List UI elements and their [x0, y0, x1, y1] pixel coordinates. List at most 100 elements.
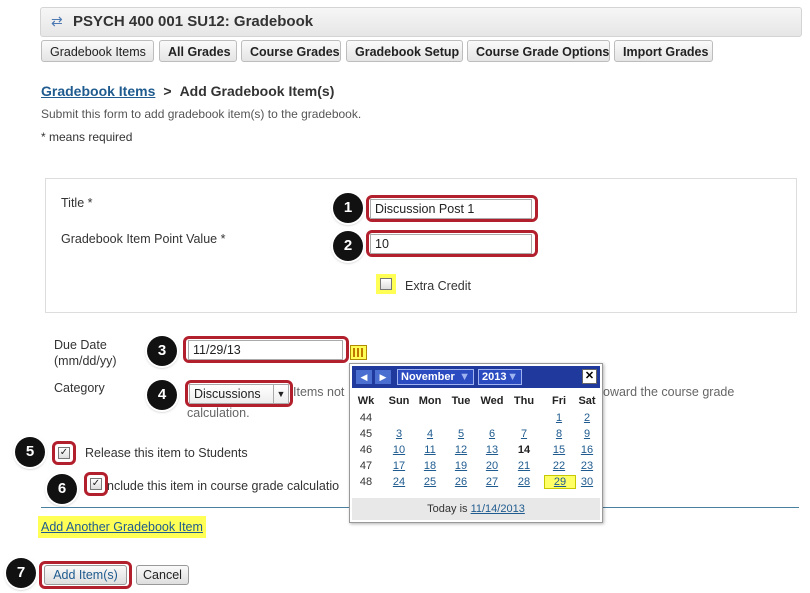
calendar-day[interactable]: 2 [572, 412, 602, 424]
calendar-day[interactable]: 19 [446, 460, 476, 472]
add-another-item-link[interactable]: Add Another Gradebook Item [38, 516, 206, 538]
month-select[interactable]: November ▼ [397, 369, 474, 385]
chevron-down-icon: ▼ [273, 385, 288, 403]
calendar-header-cell: Tue [451, 395, 471, 407]
tab-gradebook-setup[interactable]: Gradebook Setup [346, 40, 463, 62]
step-marker-3: 3 [147, 336, 177, 366]
calendar-icon[interactable] [350, 345, 367, 360]
chevron-down-icon: ▼ [459, 371, 470, 383]
tab-course-grades[interactable]: Course Grades [241, 40, 341, 62]
prev-month-icon[interactable]: ◀ [356, 370, 372, 384]
calendar-day[interactable]: 3 [384, 428, 414, 440]
calendar-day[interactable]: 21 [509, 460, 539, 472]
next-month-icon[interactable]: ▶ [375, 370, 391, 384]
date-picker: ◀ ▶ November ▼ 2013 ▼ ✕ Wk Sun Mon Tue Wed Thu F… [349, 363, 603, 523]
calendar-day[interactable]: 28 [509, 476, 539, 488]
calendar-day[interactable]: 8 [544, 428, 574, 440]
due-date-format: (mm/dd/yy) [54, 354, 117, 368]
calendar-header-cell: Wed [480, 395, 504, 407]
breadcrumb-link-gradebook-items[interactable]: Gradebook Items [41, 83, 155, 99]
tab-all-grades[interactable]: All Grades [159, 40, 237, 62]
calendar-day[interactable]: 11 [415, 444, 445, 456]
tab-gradebook-items[interactable]: Gradebook Items [41, 40, 154, 62]
step-marker-4: 4 [147, 380, 177, 410]
calendar-day[interactable]: 13 [477, 444, 507, 456]
calendar-day[interactable]: 7 [509, 428, 539, 440]
calendar-day[interactable]: 4 [415, 428, 445, 440]
calendar-day[interactable]: 14 [509, 444, 539, 456]
calendar-day[interactable]: 18 [415, 460, 445, 472]
calendar-day[interactable]: 10 [384, 444, 414, 456]
calendar-day[interactable]: 24 [384, 476, 414, 488]
title-label: Title * [61, 196, 93, 210]
year-value: 2013 [482, 371, 507, 383]
step-marker-7: 7 [6, 558, 36, 588]
category-note-left: Items not [293, 385, 345, 399]
category-selected-value: Discussions [194, 387, 261, 401]
category-note-line2: calculation. [187, 406, 250, 420]
step-marker-1: 1 [333, 193, 363, 223]
tab-import-grades[interactable]: Import Grades [614, 40, 713, 62]
extra-credit-checkbox[interactable] [380, 278, 392, 290]
calendar-day[interactable]: 6 [477, 428, 507, 440]
calendar-header-cell: Wk [357, 395, 375, 407]
points-label: Gradebook Item Point Value * [61, 232, 226, 246]
week-number: 45 [359, 428, 373, 440]
calendar-header-cell: Thu [513, 395, 535, 407]
calendar-day[interactable]: 30 [572, 476, 602, 488]
calendar-header-cell: Sun [388, 395, 410, 407]
calendar-day[interactable]: 20 [477, 460, 507, 472]
step-marker-2: 2 [333, 231, 363, 261]
calendar-day[interactable]: 15 [544, 444, 574, 456]
calendar-header-cell: Fri [551, 395, 567, 407]
date-picker-footer: Today is 11/14/2013 [352, 498, 600, 520]
calendar-day[interactable]: 27 [477, 476, 507, 488]
week-number: 47 [359, 460, 373, 472]
month-value: November [401, 371, 455, 383]
calendar-day[interactable]: 25 [415, 476, 445, 488]
points-input[interactable]: 10 [370, 234, 532, 254]
due-date-label: Due Date [54, 338, 107, 352]
tab-course-grade-options[interactable]: Course Grade Options [467, 40, 610, 62]
refresh-icon[interactable]: ⇄ [51, 14, 65, 28]
today-link[interactable]: 11/14/2013 [471, 503, 525, 515]
breadcrumb-current: Add Gradebook Item(s) [179, 83, 335, 99]
calendar-day[interactable]: 1 [544, 412, 574, 424]
year-select[interactable]: 2013 ▼ [478, 369, 522, 385]
step-marker-5: 5 [15, 437, 45, 467]
calendar-day[interactable]: 5 [446, 428, 476, 440]
calendar-day[interactable]: 22 [544, 460, 574, 472]
include-checkbox[interactable]: ✓ [90, 478, 102, 490]
title-input[interactable]: Discussion Post 1 [370, 199, 532, 219]
required-note: * means required [41, 130, 133, 144]
category-select[interactable]: Discussions ▼ [189, 384, 289, 404]
step-marker-6: 6 [47, 474, 77, 504]
extra-credit-label: Extra Credit [405, 279, 471, 293]
page-header: ⇄ PSYCH 400 001 SU12: Gradebook ? [40, 7, 802, 37]
include-label: nclude this item in course grade calcula… [107, 479, 340, 493]
calendar-day[interactable]: 23 [572, 460, 602, 472]
breadcrumb-separator: > [163, 83, 172, 99]
due-date-input[interactable]: 11/29/13 [188, 340, 343, 360]
week-number: 48 [359, 476, 373, 488]
breadcrumb: Gradebook Items > Add Gradebook Item(s) [41, 83, 334, 99]
release-label: Release this item to Students [85, 446, 248, 460]
chevron-down-icon: ▼ [507, 371, 518, 383]
release-checkbox[interactable]: ✓ [58, 447, 70, 459]
date-picker-header: ◀ ▶ November ▼ 2013 ▼ ✕ [352, 366, 600, 388]
calendar-day[interactable]: 26 [446, 476, 476, 488]
calendar-day[interactable]: 17 [384, 460, 414, 472]
calendar-day[interactable]: 16 [572, 444, 602, 456]
today-prefix: Today is [427, 503, 468, 515]
calendar-day[interactable]: 12 [446, 444, 476, 456]
add-items-button[interactable]: Add Item(s) [44, 565, 127, 585]
calendar-header-cell: Sat [578, 395, 596, 407]
page-title: PSYCH 400 001 SU12: Gradebook [73, 13, 314, 30]
cancel-button[interactable]: Cancel [136, 565, 189, 585]
category-note-right: oward the course grade [603, 385, 735, 399]
week-number: 44 [359, 412, 373, 424]
calendar-day[interactable]: 9 [572, 428, 602, 440]
close-icon[interactable]: ✕ [582, 369, 597, 384]
instructions-text: Submit this form to add gradebook item(s… [41, 107, 362, 121]
category-label: Category [54, 381, 105, 395]
